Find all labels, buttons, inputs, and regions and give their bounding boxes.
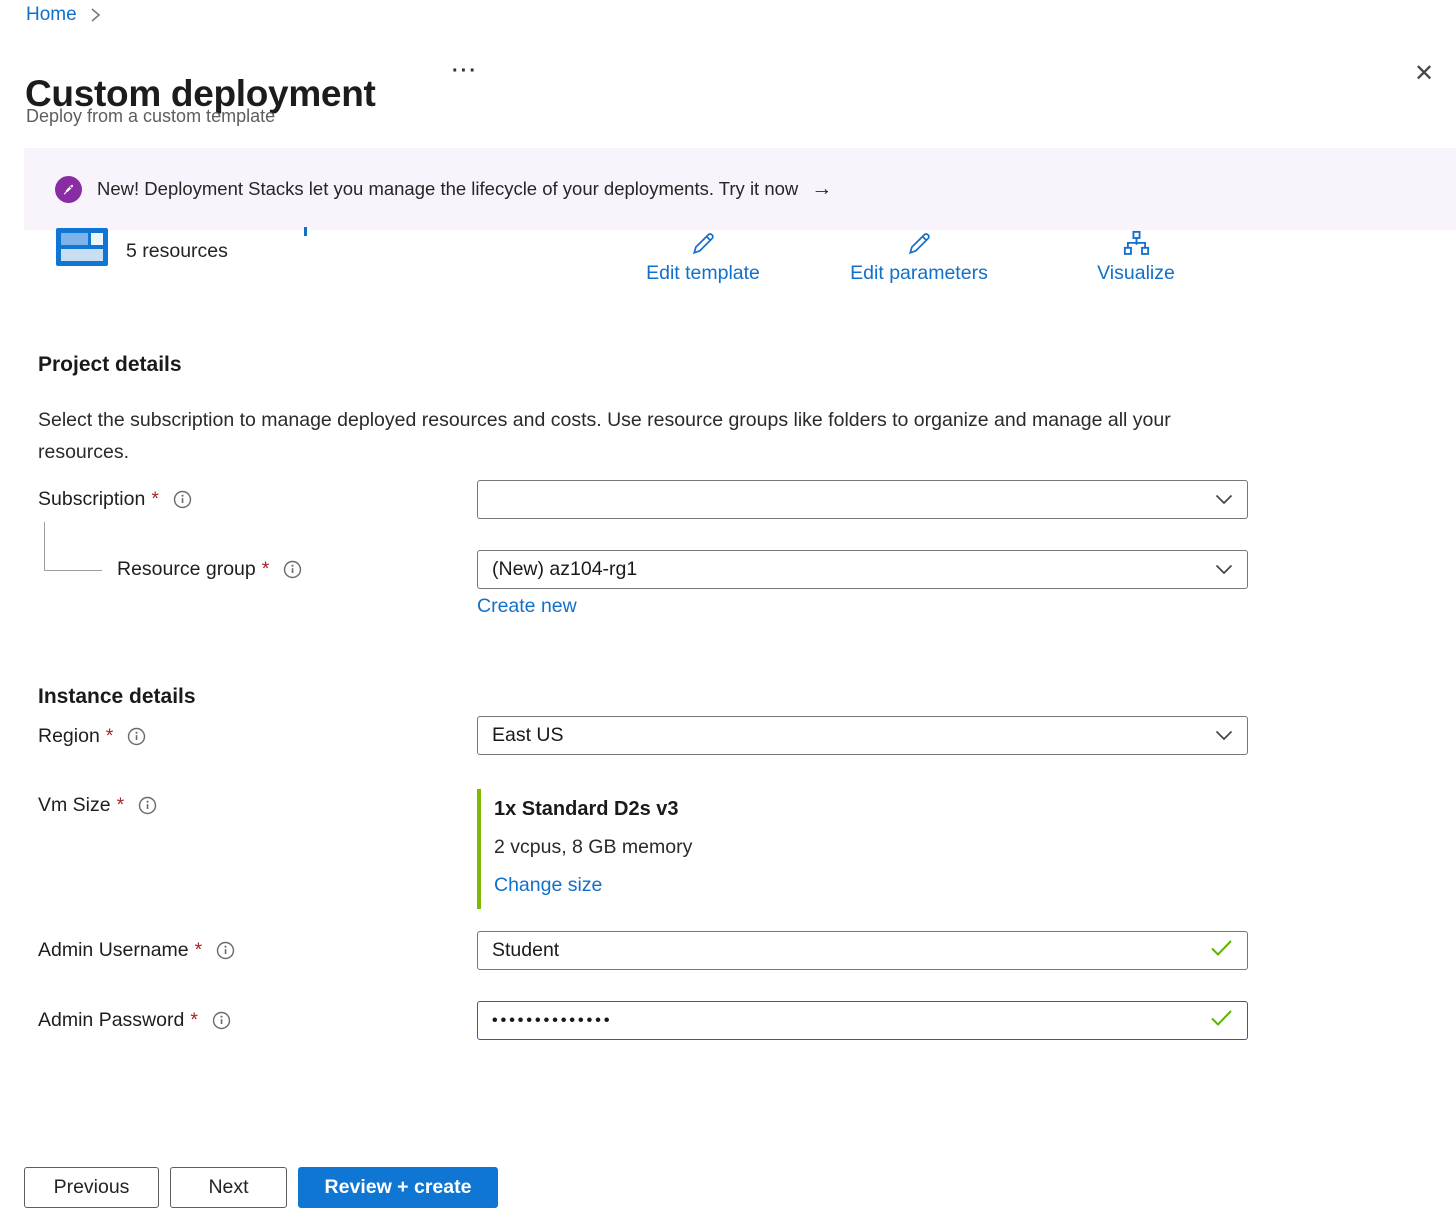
pencil-icon [906,229,932,257]
valid-check-icon [1210,939,1233,962]
valid-check-icon [1210,1009,1233,1032]
info-icon[interactable] [216,941,235,960]
admin-username-input[interactable]: Student [477,931,1248,970]
cropped-element-artifact [304,227,307,236]
deployment-stacks-banner[interactable]: New! Deployment Stacks let you manage th… [24,148,1456,230]
info-icon[interactable] [283,560,302,579]
vm-size-specs: 2 vcpus, 8 GB memory [494,836,692,859]
previous-button[interactable]: Previous [24,1167,159,1208]
required-marker: * [195,939,203,962]
create-new-link[interactable]: Create new [477,595,577,618]
admin-password-masked-value: •••••••••••••• [492,1012,612,1030]
region-label: Region * [38,725,146,748]
required-marker: * [151,488,159,511]
info-icon[interactable] [212,1011,231,1030]
required-marker: * [117,794,125,817]
breadcrumb-home-link[interactable]: Home [26,4,77,26]
info-icon[interactable] [127,727,146,746]
edit-template-button[interactable]: Edit template [630,229,776,285]
instance-details-heading: Instance details [38,685,196,709]
admin-password-label: Admin Password * [38,1009,231,1032]
rocket-icon [55,176,82,203]
chevron-down-icon [1215,488,1233,511]
region-value: East US [492,724,564,747]
region-dropdown[interactable]: East US [477,716,1248,755]
info-icon[interactable] [138,796,157,815]
resource-group-dropdown[interactable]: (New) az104-rg1 [477,550,1248,589]
visualize-icon [1123,229,1150,257]
required-marker: * [106,725,114,748]
more-options-button[interactable]: ··· [452,60,478,83]
edit-parameters-label: Edit parameters [850,262,988,285]
project-details-description: Select the subscription to manage deploy… [38,404,1188,468]
banner-message: New! Deployment Stacks let you manage th… [97,178,798,200]
next-button[interactable]: Next [170,1167,287,1208]
visualize-button[interactable]: Visualize [1078,229,1194,285]
vm-size-title: 1x Standard D2s v3 [494,798,692,821]
required-marker: * [262,558,270,581]
admin-password-input[interactable]: •••••••••••••• [477,1001,1248,1040]
required-marker: * [190,1009,198,1032]
pencil-icon [690,229,716,257]
info-icon[interactable] [173,490,192,509]
visualize-label: Visualize [1097,262,1175,285]
close-icon[interactable]: ✕ [1410,58,1438,90]
edit-template-label: Edit template [646,262,760,285]
resources-count-label: 5 resources [126,240,228,263]
project-details-heading: Project details [38,353,182,377]
resource-group-connector-line [44,522,102,571]
subscription-dropdown[interactable] [477,480,1248,519]
page-subtitle: Deploy from a custom template [26,106,275,127]
template-resources-icon [56,228,108,266]
arrow-right-icon: → [811,177,832,201]
review-create-button[interactable]: Review + create [298,1167,498,1208]
vm-size-selection: 1x Standard D2s v3 2 vcpus, 8 GB memory … [477,789,692,909]
change-size-link[interactable]: Change size [494,874,692,897]
breadcrumb: Home [26,4,102,26]
edit-parameters-button[interactable]: Edit parameters [836,229,1002,285]
admin-username-label: Admin Username * [38,939,235,962]
chevron-right-icon [89,7,102,23]
vm-size-label: Vm Size * [38,794,157,817]
chevron-down-icon [1215,558,1233,581]
resource-group-label: Resource group * [117,558,302,581]
subscription-label: Subscription * [38,488,192,511]
resource-group-value: (New) az104-rg1 [492,558,637,581]
admin-username-value: Student [492,939,559,962]
chevron-down-icon [1215,724,1233,747]
